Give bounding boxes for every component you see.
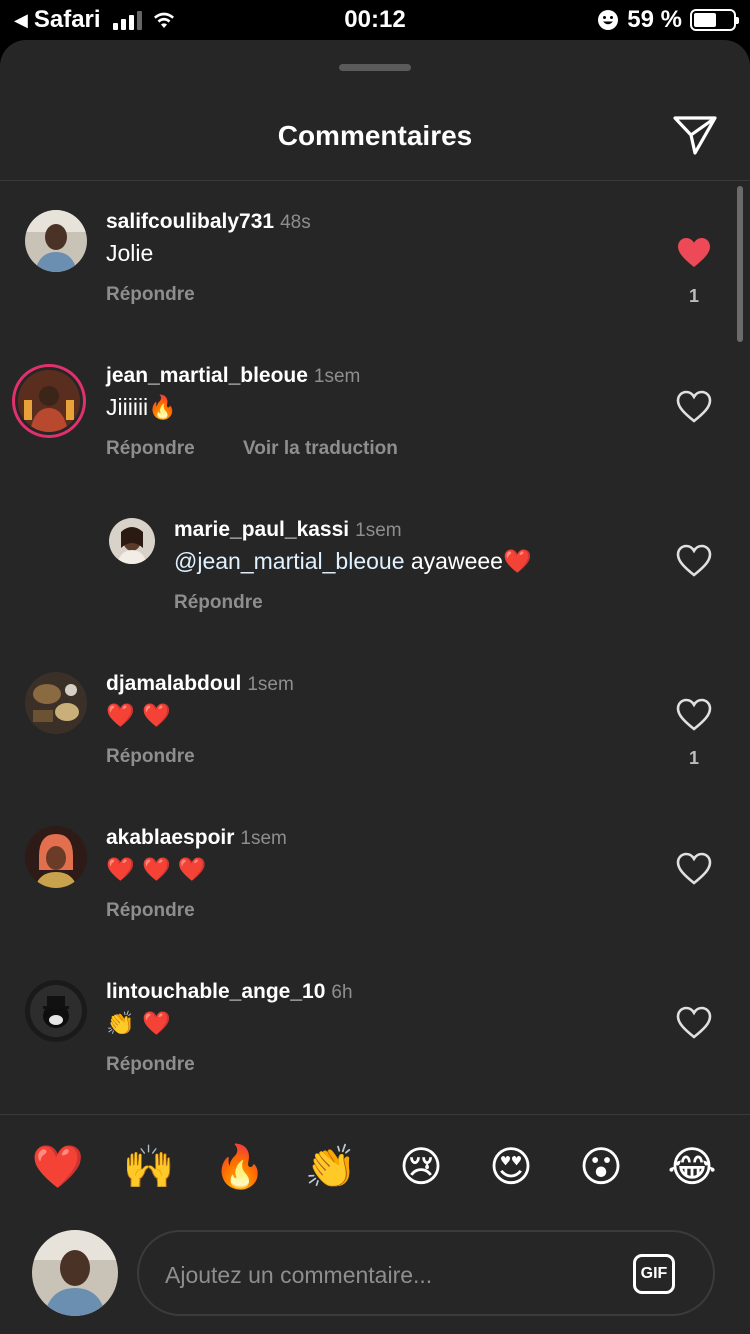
- quick-emoji-surprised[interactable]: 😮: [574, 1140, 628, 1194]
- gif-button[interactable]: GIF: [633, 1254, 675, 1294]
- avatar[interactable]: [25, 980, 87, 1042]
- comment-username[interactable]: salifcoulibaly731: [106, 210, 274, 233]
- see-translation-button[interactable]: Voir la traduction: [243, 438, 398, 460]
- heart-filled-icon[interactable]: [676, 236, 712, 270]
- quick-emoji-fire[interactable]: 🔥: [213, 1140, 267, 1194]
- sheet-grabber[interactable]: [339, 64, 411, 71]
- quick-emoji-laughing[interactable]: 😂: [665, 1140, 719, 1194]
- header-divider: [0, 180, 750, 181]
- comment-time: 1sem: [355, 520, 402, 541]
- heart-emoji: ❤️: [502, 549, 532, 575]
- mention-link[interactable]: @jean_martial_bleoue: [174, 548, 405, 574]
- avatar[interactable]: [109, 518, 155, 564]
- comment-item: djamalabdoul 1sem ❤️ ❤️ Répondre 1: [0, 664, 750, 804]
- comment-emoji-text: ❤️ ❤️ ❤️: [106, 857, 207, 883]
- quick-emoji-heart[interactable]: ❤️: [31, 1140, 85, 1194]
- like-count: 1: [688, 286, 699, 306]
- reply-button[interactable]: Répondre: [106, 438, 195, 460]
- reply-button[interactable]: Répondre: [106, 746, 195, 768]
- sheet-title: Commentaires: [277, 120, 473, 151]
- heart-outline-icon[interactable]: [676, 852, 712, 886]
- comment-emoji-text: 👏 ❤️: [106, 1011, 171, 1037]
- smiley-face-icon: [598, 10, 619, 30]
- heart-outline-icon[interactable]: [676, 1006, 712, 1040]
- comment-text: Jolie: [106, 240, 154, 266]
- comment-item: lintouchable_ange_10 6h 👏 ❤️ Répondre: [0, 972, 750, 1112]
- like-count: 1: [688, 748, 699, 768]
- heart-outline-icon[interactable]: [676, 698, 712, 732]
- comment-username[interactable]: jean_martial_bleoue: [106, 364, 308, 387]
- comment-username[interactable]: akablaespoir: [106, 826, 234, 849]
- heart-outline-icon[interactable]: [676, 544, 712, 578]
- avatar-story-ring[interactable]: [18, 370, 80, 432]
- quick-emoji-heart-eyes[interactable]: 😍: [484, 1140, 538, 1194]
- comment-username[interactable]: marie_paul_kassi: [174, 518, 349, 541]
- comment-input[interactable]: [163, 1252, 607, 1298]
- comment-time: 1sem: [240, 828, 287, 849]
- status-bar: ◀ Safari 00:12 59 %: [0, 0, 750, 40]
- quick-emoji-raised-hands[interactable]: 🙌: [122, 1140, 176, 1194]
- composer-divider: [0, 1114, 750, 1115]
- heart-outline-icon[interactable]: [676, 390, 712, 424]
- comment-emoji-text: ❤️ ❤️: [106, 703, 171, 729]
- reply-button[interactable]: Répondre: [106, 1054, 195, 1076]
- comment-text: ayaweee: [410, 548, 503, 574]
- quick-emoji-bar: ❤️ 🙌 🔥 👏 😢 😍 😮 😂: [0, 1140, 750, 1200]
- quick-emoji-crying[interactable]: 😢: [394, 1140, 448, 1194]
- comment-item: jean_martial_bleoue 1sem Jiiiiii🔥 Répondr…: [0, 356, 750, 496]
- comment-time: 6h: [331, 982, 353, 1003]
- comment-time: 48s: [280, 212, 311, 233]
- avatar[interactable]: [25, 210, 87, 272]
- avatar[interactable]: [25, 826, 87, 888]
- comment-composer: GIF: [137, 1230, 715, 1316]
- avatar[interactable]: [25, 672, 87, 734]
- reply-comment-item: marie_paul_kassi 1sem @jean_martial_bleou…: [0, 510, 750, 650]
- comments-sheet: Commentaires salifcoulibaly731 48s Jolie …: [0, 40, 750, 1334]
- battery-percent: 59 %: [627, 6, 682, 33]
- comment-item: salifcoulibaly731 48s Jolie Répondre 1: [0, 202, 750, 342]
- reply-button[interactable]: Répondre: [174, 592, 263, 614]
- battery-icon: [690, 9, 739, 31]
- reply-button[interactable]: Répondre: [106, 900, 195, 922]
- share-send-icon[interactable]: [672, 114, 718, 156]
- status-right: 59 %: [597, 6, 739, 34]
- current-user-avatar: [32, 1230, 118, 1316]
- comment-username[interactable]: djamalabdoul: [106, 672, 241, 695]
- fire-emoji: 🔥: [148, 395, 177, 421]
- comment-username[interactable]: lintouchable_ange_10: [106, 980, 325, 1003]
- quick-emoji-clap[interactable]: 👏: [304, 1140, 358, 1194]
- comment-time: 1sem: [247, 674, 294, 695]
- comment-item: akablaespoir 1sem ❤️ ❤️ ❤️ Répondre: [0, 818, 750, 958]
- reply-button[interactable]: Répondre: [106, 284, 195, 306]
- comment-text: Jiiiiii: [106, 394, 149, 420]
- comment-time: 1sem: [313, 366, 361, 387]
